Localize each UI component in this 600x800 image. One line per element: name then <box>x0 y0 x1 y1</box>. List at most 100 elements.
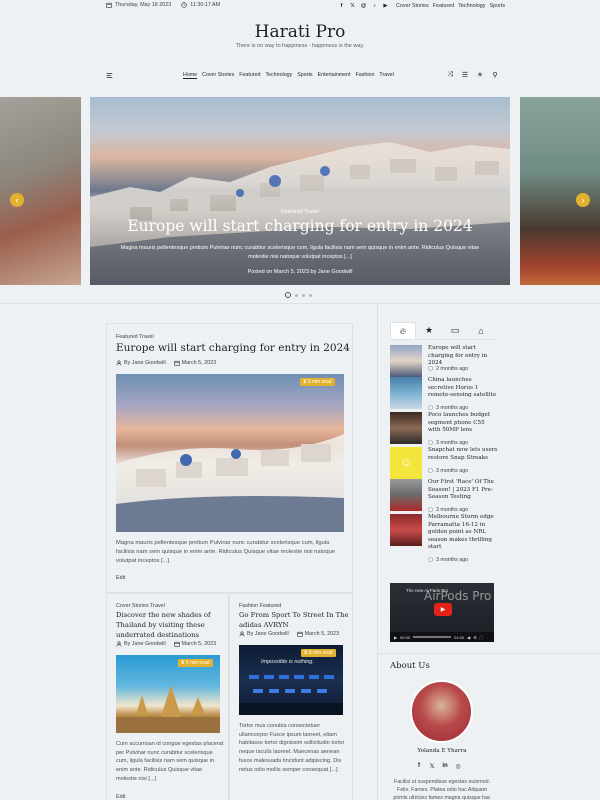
nav-item-entertainment[interactable]: Entertainment <box>318 72 351 79</box>
trend-title[interactable]: China launches secretive Horus 1 remote-… <box>428 377 498 400</box>
author-name[interactable]: By Jane Goodwill <box>247 631 289 637</box>
time-display: 11:30:17 AM <box>181 2 220 8</box>
trend-title[interactable]: Europe will start charging for entry in … <box>428 345 498 368</box>
shuffle-icon[interactable]: ⤨ <box>446 71 454 79</box>
topbar-link-sports[interactable]: Sports <box>490 3 506 9</box>
trend-thumbnail[interactable] <box>390 345 422 377</box>
edit-link[interactable]: Edit <box>116 794 125 800</box>
trend-thumbnail[interactable] <box>390 479 422 511</box>
slider-dot[interactable] <box>309 293 312 297</box>
nav-item-travel[interactable]: Travel <box>379 72 394 79</box>
nav-item-home[interactable]: Home <box>183 72 198 79</box>
post-category[interactable]: Fashion Featured <box>239 603 281 609</box>
slider-prev-button[interactable]: ‹ <box>10 193 24 207</box>
tab-popular[interactable]: ★ <box>416 322 442 339</box>
topbar-link-featured[interactable]: Featured <box>433 3 455 9</box>
list-item[interactable]: Poco launches budget segment phone C55 w… <box>390 412 494 446</box>
date-text: March 5, 2023 <box>181 641 217 647</box>
youtube-icon[interactable]: ▶ <box>382 2 389 9</box>
avatar[interactable] <box>410 680 473 743</box>
trend-date: ▢ 3 months ago <box>428 557 468 563</box>
post-title[interactable]: Discover the new shades of Thailand by v… <box>116 610 226 640</box>
slide-active[interactable]: Featured Travel Europe will start chargi… <box>90 97 510 285</box>
read-time-text: 5 min read <box>307 379 332 385</box>
trend-date: ▢ 3 months ago <box>428 468 468 474</box>
list-item[interactable]: Melbourne Storm edge Parramatta 16-12 in… <box>390 514 494 563</box>
trend-title[interactable]: Poco launches budget segment phone C55 w… <box>428 412 498 435</box>
main-post-card: Featured Travel Europe will start chargi… <box>106 323 353 593</box>
main-navigation: Home Cover Stories Featured Technology S… <box>0 70 600 82</box>
post-author[interactable]: By Jane Goodwill <box>239 631 289 637</box>
list-item[interactable]: Our First 'Race' Of The Season! | 2023 F… <box>390 479 494 513</box>
post-author[interactable]: By Jane Goodwill <box>116 641 166 647</box>
about-heading: About Us <box>390 661 430 671</box>
nav-item-fashion[interactable]: Fashion <box>356 72 375 79</box>
volume-icon[interactable]: ◀ <box>467 635 470 640</box>
slider-dot[interactable] <box>285 292 291 298</box>
linkedin-icon[interactable]: in <box>441 762 449 770</box>
slide-next-image[interactable] <box>520 97 600 285</box>
video-player[interactable]: AirPods Pro The new AirPods Pro ▶ ▶ 00:0… <box>390 583 494 642</box>
menu-icon[interactable] <box>106 72 113 79</box>
author-name[interactable]: By Jane Goodwill <box>124 641 166 647</box>
edit-link[interactable]: Edit <box>116 575 125 581</box>
list-item[interactable]: Europe will start charging for entry in … <box>390 345 494 377</box>
post-category[interactable]: Featured Travel <box>116 334 154 340</box>
post-date: March 5, 2023 <box>173 360 216 366</box>
site-title[interactable]: Harati Pro <box>0 22 600 42</box>
trend-title[interactable]: Melbourne Storm edge Parramatta 16-12 in… <box>428 514 498 552</box>
nav-item-sports[interactable]: Sports <box>297 72 312 79</box>
slider-next-button[interactable]: › <box>576 193 590 207</box>
slider-pagination <box>285 292 312 298</box>
video-title[interactable]: The new AirPods Pro <box>406 588 448 593</box>
list-item[interactable]: ☺ Snapchat now lets users restore Snap S… <box>390 447 497 479</box>
trend-thumbnail[interactable]: ☺ <box>390 447 422 479</box>
nav-item-cover-stories[interactable]: Cover Stories <box>202 72 234 79</box>
tab-trending[interactable]: 🔥︎ <box>390 322 416 339</box>
play-button[interactable]: ▶ <box>434 603 452 616</box>
post-category[interactable]: Cover Stories Travel <box>116 603 165 609</box>
post-title[interactable]: Europe will start charging for entry in … <box>116 342 350 354</box>
twitter-icon[interactable]: 𝕏 <box>349 2 356 9</box>
settings-icon[interactable]: ⚙ <box>473 635 477 640</box>
slide-excerpt: Magna mauris pellentesque pretium Pulvin… <box>120 245 480 260</box>
threads-icon[interactable]: @ <box>360 2 367 9</box>
post-image[interactable]: ⧗ 5 min read <box>116 655 220 733</box>
theme-toggle-icon[interactable]: ☀ <box>476 71 484 79</box>
tab-comments[interactable]: ▭ <box>442 322 468 339</box>
search-icon[interactable]: ⚲ <box>491 71 499 79</box>
trend-thumbnail[interactable] <box>390 412 422 444</box>
slider-dot[interactable] <box>295 293 298 297</box>
post-image[interactable]: ⧗ 5 min read <box>116 374 344 532</box>
slide-title[interactable]: Europe will start charging for entry in … <box>90 217 510 235</box>
instagram-icon[interactable]: ◎ <box>454 762 462 770</box>
play-icon[interactable]: ▶ <box>394 635 397 640</box>
list-item[interactable]: China launches secretive Horus 1 remote-… <box>390 377 496 411</box>
facebook-icon[interactable]: f <box>415 762 423 770</box>
about-text: Facilisi ut suspendisse egestas euismod.… <box>393 779 491 800</box>
nav-item-technology[interactable]: Technology <box>265 72 292 79</box>
topbar-link-technology[interactable]: Technology <box>458 3 485 9</box>
trend-title[interactable]: Snapchat now lets users restore Snap Str… <box>428 447 498 462</box>
twitter-icon[interactable]: 𝕏 <box>428 762 436 770</box>
slider-dot[interactable] <box>302 293 305 297</box>
facebook-icon[interactable]: f <box>338 2 345 9</box>
progress-bar[interactable] <box>413 636 452 638</box>
author-name[interactable]: By Jane Goodwill <box>124 360 166 366</box>
trend-thumbnail[interactable] <box>390 377 422 409</box>
tab-tags[interactable]: ⌂ <box>468 322 494 339</box>
post-title[interactable]: Go From Sport To Street In The adidas AV… <box>239 610 349 630</box>
hamburger-icon[interactable]: ☰ <box>461 71 469 79</box>
current-date: Thursday, May 18 2023 <box>115 2 172 8</box>
post-author[interactable]: By Jane Goodwill <box>116 360 166 366</box>
slide-category[interactable]: Featured Travel <box>90 209 510 215</box>
trend-title[interactable]: Our First 'Race' Of The Season! | 2023 F… <box>428 479 498 502</box>
slide-previous-image[interactable] <box>0 97 81 285</box>
nav-item-featured[interactable]: Featured <box>239 72 260 79</box>
topbar-link-cover-stories[interactable]: Cover Stories <box>396 3 429 9</box>
fullscreen-icon[interactable]: ⛶ <box>480 635 483 640</box>
trend-thumbnail[interactable] <box>390 514 422 546</box>
tiktok-icon[interactable]: ♪ <box>371 2 378 9</box>
post-image[interactable]: Impossible is nothing. ⧗ 5 min read <box>239 645 343 715</box>
fire-icon: 🔥︎ <box>399 325 407 336</box>
